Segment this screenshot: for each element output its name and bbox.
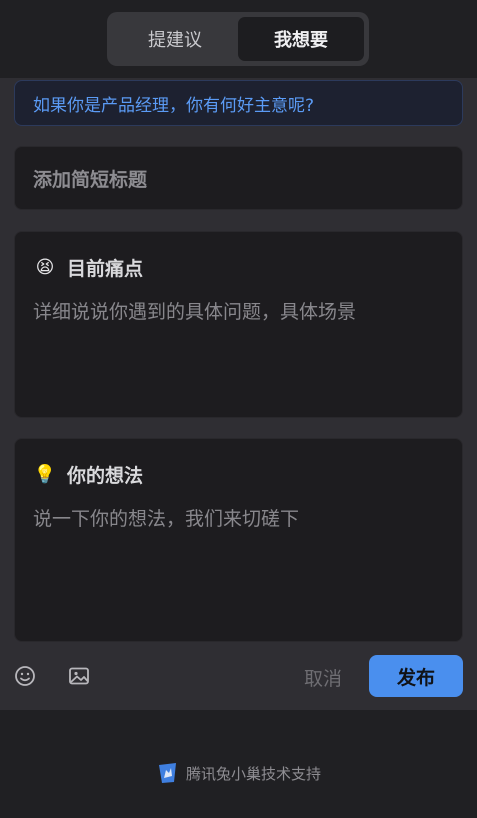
form-toolbar: 取消 发布 (0, 653, 477, 701)
idea-label: 你的想法 (67, 465, 144, 487)
tab-i-want[interactable]: 我想要 (238, 17, 364, 61)
title-placeholder: 添加简短标题 (33, 168, 148, 191)
smiley-icon[interactable] (13, 664, 37, 688)
publish-button[interactable]: 发布 (369, 655, 463, 697)
title-input[interactable]: 添加简短标题 (14, 146, 463, 210)
txc-logo-icon (158, 763, 176, 783)
idea-header: 💡 你的想法 (33, 461, 444, 488)
prompt-hint: 如果你是产品经理，你有何好主意呢? (14, 80, 463, 126)
pain-point-textarea[interactable]: 😫 目前痛点 详细说说你遇到的具体问题，具体场景 (14, 231, 463, 418)
pain-point-label: 目前痛点 (67, 258, 144, 280)
cancel-button[interactable]: 取消 (298, 663, 348, 691)
tab-suggestion[interactable]: 提建议 (112, 17, 238, 61)
pain-point-placeholder: 详细说说你遇到的具体问题，具体场景 (33, 301, 357, 323)
mode-segmented-control: 提建议 我想要 (107, 12, 369, 66)
footer: 腾讯兔小巢技术支持 (0, 758, 477, 788)
image-icon[interactable] (67, 664, 91, 688)
hot-face-emoji-icon: 😫 (35, 257, 55, 278)
footer-credit: 腾讯兔小巢技术支持 (185, 764, 321, 783)
idea-placeholder: 说一下你的想法，我们来切磋下 (33, 508, 300, 530)
pain-point-header: 😫 目前痛点 (33, 254, 444, 281)
post-form-panel: 如果你是产品经理，你有何好主意呢? 添加简短标题 😫 目前痛点 详细说说你遇到的… (0, 78, 477, 710)
top-bar: 提建议 我想要 (0, 0, 477, 78)
lightbulb-emoji-icon: 💡 (33, 464, 57, 485)
idea-textarea[interactable]: 💡 你的想法 说一下你的想法，我们来切磋下 (14, 438, 463, 642)
